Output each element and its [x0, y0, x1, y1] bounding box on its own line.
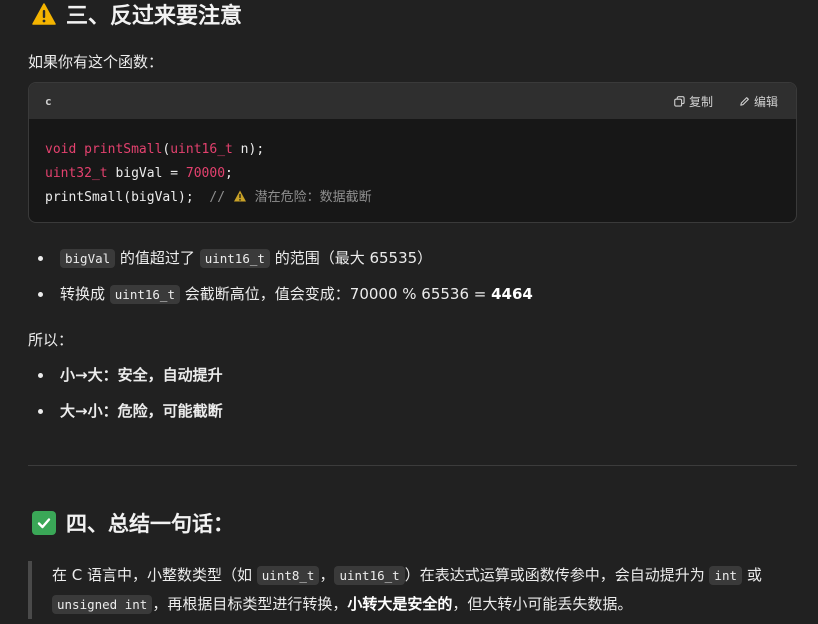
section-divider [28, 465, 797, 466]
warning-icon [32, 3, 56, 25]
warning-icon [233, 190, 246, 202]
section-heading-3: 三、反过来要注意 [32, 0, 242, 32]
inline-code: uint16_t [199, 249, 270, 268]
code-line-2: uint32_t bigVal = 70000; [45, 166, 233, 181]
inline-code: unsigned int [52, 595, 153, 614]
code-block: c 复制 编辑 void printSmall(uint16_t n); uin… [28, 82, 797, 223]
summary-blockquote: 在 C 语言中，小整数类型（如 uint8_t， uint16_t ）在表达式运算或… [28, 561, 797, 619]
code-content: void printSmall(uint16_t n); uint32_t big… [29, 119, 796, 210]
list-item: bigVal 的值超过了 uint16_t 的范围（最大 65535） [28, 246, 533, 282]
edit-code-label: 编辑 [753, 94, 778, 109]
conclusion-list: 小→大：安全，自动提升 大→小：危险，可能截断 [28, 363, 223, 435]
section-heading-4: 四、总结一句话： [32, 507, 234, 539]
list-item: 转换成 uint16_t 会截断高位，值会变成：70000 % 65536 = … [28, 282, 533, 318]
so-label: 所以： [28, 331, 74, 349]
copy-code-button[interactable]: 复制 [674, 93, 713, 110]
check-mark-icon [32, 511, 56, 535]
copy-icon [674, 95, 685, 107]
section-heading-4-text: 四、总结一句话： [66, 512, 234, 536]
copy-code-label: 复制 [688, 94, 713, 109]
inline-code: uint16_t [109, 285, 180, 304]
code-language-label: c [45, 94, 52, 108]
inline-code: uint16_t [334, 566, 405, 585]
code-block-header: c 复制 编辑 [29, 83, 796, 119]
list-item: 小→大：安全，自动提升 [28, 363, 223, 399]
inline-code: bigVal [60, 249, 116, 268]
inline-code: int [709, 566, 743, 585]
list-item: 大→小：危险，可能截断 [28, 399, 223, 435]
overflow-explanation-list: bigVal 的值超过了 uint16_t 的范围（最大 65535） 转换成 … [28, 246, 533, 318]
section-heading-3-text: 三、反过来要注意 [66, 4, 243, 29]
inline-code: uint8_t [256, 566, 320, 585]
code-line-3: printSmall(bigVal); // 潜在危险：数据截断 [45, 190, 372, 205]
code-line-1: void printSmall(uint16_t n); [45, 142, 265, 157]
intro-paragraph: 如果你有这个函数： [28, 53, 164, 71]
pencil-icon [740, 96, 749, 106]
edit-code-button[interactable]: 编辑 [739, 93, 778, 110]
